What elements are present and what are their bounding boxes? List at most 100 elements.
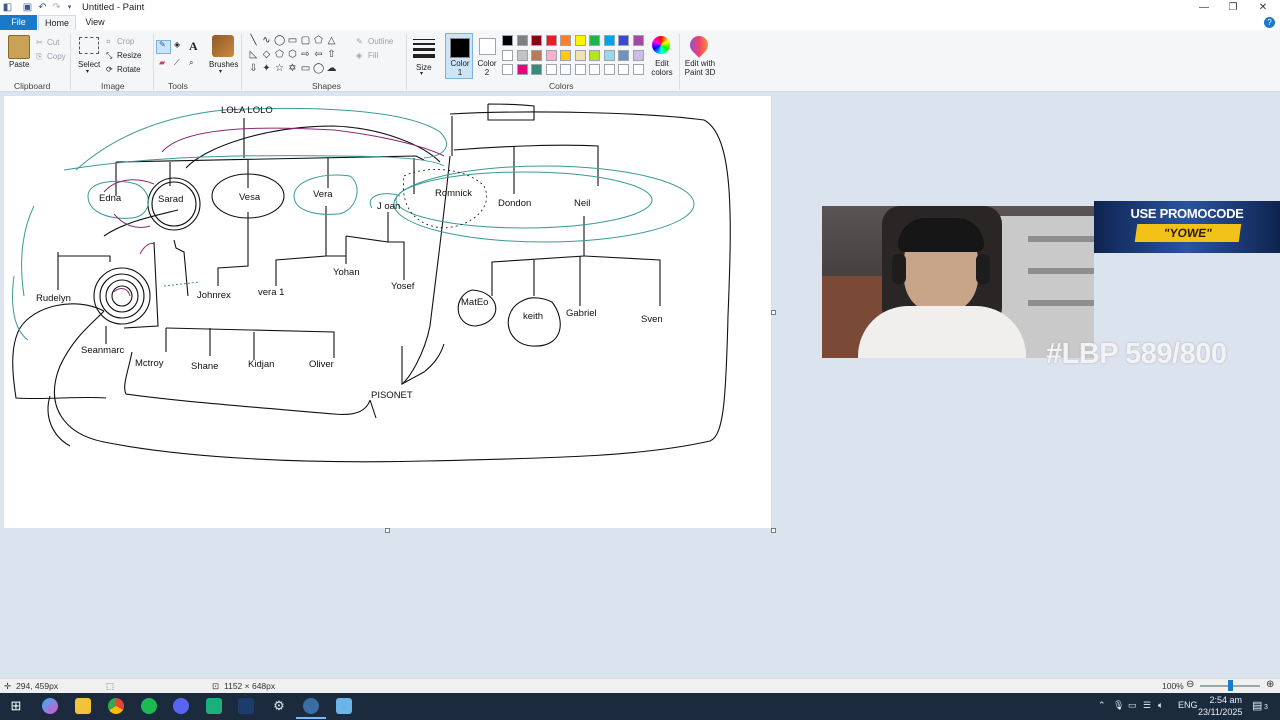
down-arrow-shape-icon[interactable]: ⇩ [248, 63, 259, 74]
callout-rect-icon[interactable]: ▭ [300, 63, 311, 74]
color-swatch[interactable] [618, 64, 629, 75]
color-swatch[interactable] [589, 64, 600, 75]
color-swatch[interactable] [618, 49, 629, 61]
outline-icon[interactable]: ✎ [356, 37, 363, 46]
paint3d-icon[interactable] [686, 32, 712, 58]
color-swatch[interactable] [545, 49, 557, 61]
restore-button[interactable]: ❐ [1218, 0, 1248, 15]
rectangle-shape-icon[interactable]: ▭ [287, 35, 298, 46]
select-icon[interactable] [79, 37, 99, 54]
rotate-button[interactable]: Rotate [117, 65, 141, 74]
color-swatch[interactable] [632, 35, 644, 46]
color-swatch[interactable] [560, 35, 571, 46]
settings-icon[interactable]: ⚙ [271, 698, 287, 714]
clock-date[interactable]: 23/11/2025 [1198, 707, 1242, 717]
line-shape-icon[interactable]: ╲ [248, 35, 259, 46]
edit-colors-button[interactable]: Edit colors [649, 59, 675, 77]
tab-view[interactable]: View [80, 15, 110, 30]
volume-icon[interactable]: 🔈︎ [1158, 700, 1163, 711]
color-swatch[interactable] [589, 35, 600, 46]
copilot-icon[interactable] [42, 698, 58, 714]
right-triangle-shape-icon[interactable]: ◺ [248, 49, 259, 60]
undo-icon[interactable]: ↶ [37, 2, 48, 13]
oval-shape-icon[interactable]: ◯ [274, 35, 285, 46]
curve-shape-icon[interactable]: ∿ [261, 35, 272, 46]
steam-icon[interactable] [238, 698, 254, 714]
fill-tool-icon[interactable]: ◈ [174, 40, 180, 49]
drawing-canvas[interactable]: LOLA LOLO Edna Sarad Vesa Vera J oan Rom… [4, 96, 771, 528]
canvas-resize-handle-bottom[interactable] [385, 528, 390, 533]
brushes-icon[interactable] [212, 35, 234, 57]
color-swatch[interactable] [574, 35, 586, 46]
pentagon-shape-icon[interactable]: ⬠ [274, 49, 285, 60]
select-button[interactable]: Select [78, 60, 100, 69]
paste-button[interactable]: Paste [9, 60, 29, 69]
brushes-button[interactable]: Brushes [209, 60, 238, 69]
four-point-star-icon[interactable]: ✦ [261, 63, 272, 74]
select-dropdown-icon[interactable]: ▾ [86, 68, 89, 75]
color-swatch[interactable] [603, 49, 615, 61]
color-swatch[interactable] [560, 64, 571, 75]
minimize-button[interactable]: — [1189, 0, 1219, 15]
network-icon[interactable]: ☰ [1143, 700, 1151, 711]
color-swatch[interactable] [574, 49, 586, 61]
color-swatch[interactable] [531, 49, 542, 61]
text-tool-icon[interactable]: A [189, 39, 198, 54]
copy-button[interactable]: Copy [47, 52, 66, 61]
color-swatch[interactable] [516, 35, 528, 46]
copy-icon[interactable]: ⎘ [36, 52, 42, 62]
clock-time[interactable]: 2:54 am [1206, 695, 1242, 705]
polygon-shape-icon[interactable]: ⬠ [313, 35, 324, 46]
microphone-icon[interactable]: 🎙︎ [1113, 700, 1124, 711]
size-dropdown-icon[interactable]: ▾ [420, 70, 423, 77]
discord-icon[interactable] [173, 698, 189, 714]
chrome-icon[interactable] [108, 698, 124, 714]
magnifier-icon[interactable]: ⌕ [189, 58, 193, 68]
redo-icon[interactable]: ↷ [51, 2, 62, 13]
five-point-star-icon[interactable]: ☆ [274, 63, 285, 74]
windows-start-icon[interactable]: ⊞ [8, 698, 24, 714]
help-icon[interactable]: ? [1264, 17, 1275, 28]
color-swatch[interactable] [516, 64, 528, 75]
color2-label[interactable]: Color 2 [477, 59, 497, 77]
canvas-workspace[interactable]: LOLA LOLO Edna Sarad Vesa Vera J oan Rom… [0, 92, 1280, 678]
edit-colors-icon[interactable] [652, 36, 670, 54]
canvas-resize-handle-right[interactable] [771, 310, 776, 315]
color-picker-icon[interactable]: ⟋ [174, 58, 180, 68]
color-swatch[interactable] [502, 35, 513, 46]
color-swatch[interactable] [632, 64, 644, 75]
color-swatch[interactable] [531, 35, 542, 46]
color-swatch[interactable] [545, 64, 557, 75]
diamond-shape-icon[interactable]: ◇ [261, 49, 272, 60]
cut-button[interactable]: Cut [47, 38, 59, 47]
quick-access-dropdown-icon[interactable]: ▾ [64, 2, 75, 13]
up-arrow-shape-icon[interactable]: ⇧ [326, 49, 337, 60]
color-swatch[interactable] [560, 49, 571, 61]
resize-button[interactable]: Resize [117, 51, 141, 60]
color-swatch[interactable] [531, 64, 542, 75]
fill-button[interactable]: Fill [368, 51, 378, 60]
rounded-rect-shape-icon[interactable]: ▢ [300, 35, 311, 46]
outline-button[interactable]: Outline [368, 37, 393, 46]
right-arrow-shape-icon[interactable]: ⇨ [300, 49, 311, 60]
color-swatch[interactable] [502, 49, 513, 61]
color-swatch[interactable] [574, 64, 586, 75]
crop-icon[interactable]: ⌗ [106, 37, 111, 47]
canvas-resize-handle-corner[interactable] [771, 528, 776, 533]
zoom-slider-thumb[interactable] [1228, 680, 1233, 691]
six-point-star-icon[interactable]: ✡ [287, 63, 298, 74]
rotate-icon[interactable]: ⟳ [106, 65, 113, 74]
zoom-in-button[interactable]: ⊕ [1266, 679, 1274, 690]
color2-swatch[interactable] [479, 38, 496, 55]
spotify-icon[interactable] [141, 698, 157, 714]
browser-icon[interactable] [303, 698, 319, 714]
color-swatch[interactable] [603, 64, 615, 75]
hexagon-shape-icon[interactable]: ⬡ [287, 49, 298, 60]
size-button[interactable]: Size [416, 63, 432, 72]
callout-oval-icon[interactable]: ◯ [313, 63, 324, 74]
file-explorer-icon[interactable] [75, 698, 91, 714]
resize-icon[interactable]: ⤡ [106, 51, 112, 61]
file-menu-button[interactable]: File [0, 15, 37, 30]
notification-icon[interactable]: ▤ [1252, 699, 1262, 712]
display-icon[interactable]: ▭ [1128, 700, 1137, 711]
